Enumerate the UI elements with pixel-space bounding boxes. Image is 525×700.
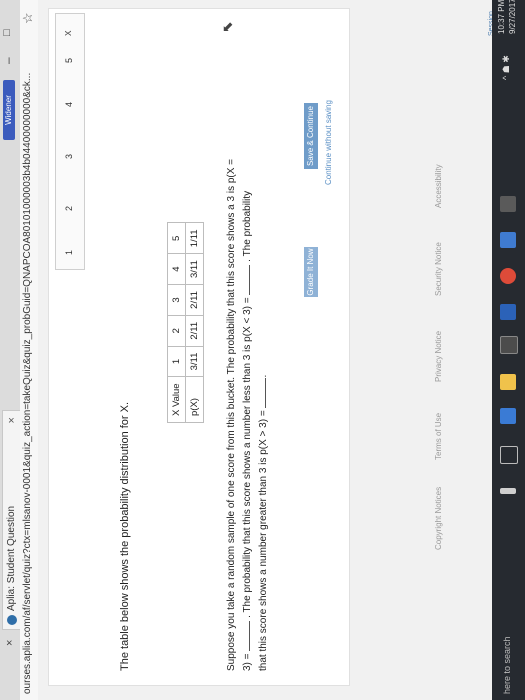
- question-number-4[interactable]: 4: [64, 102, 74, 107]
- question-part-6: .: [258, 374, 269, 378]
- question-part-3: . The probability that this score shows …: [242, 297, 253, 618]
- px-cell: 3/11: [185, 346, 204, 377]
- question-number-2[interactable]: 2: [64, 206, 74, 211]
- tab-aplia[interactable]: Aplia: Student Question ×: [2, 410, 20, 630]
- question-part-4: . The probability: [242, 190, 253, 262]
- page-content: 1 2 3 4 5 x The table below shows the pr…: [38, 0, 502, 700]
- x-value-cell: 5: [167, 222, 186, 254]
- question-navigator: 1 2 3 4 5 x: [55, 13, 85, 270]
- question-part-1: Suppose you take a random sample of one …: [226, 158, 237, 671]
- px-cell: 2/11: [185, 315, 204, 347]
- question-part-5: that this score shows a number greater t…: [258, 410, 269, 671]
- table-row: X Value 1 2 3 4 5: [167, 222, 186, 423]
- clock-time: 10:37 PM: [497, 0, 506, 34]
- accessibility-link[interactable]: Accessibility: [434, 164, 443, 208]
- question-part-2: 3) =: [242, 653, 253, 671]
- px-cell: 2/11: [185, 284, 204, 316]
- windows-taskbar: here to search ^ ☗ ✱ 10:37 PM 9/27/2017: [492, 0, 525, 700]
- terms-link[interactable]: Terms of Use: [434, 413, 443, 460]
- profile-badge[interactable]: Widener: [3, 80, 15, 140]
- clock-date: 9/27/2017: [508, 0, 517, 34]
- taskbar-search-box[interactable]: here to search: [502, 636, 512, 694]
- address-bar[interactable]: ourses.aplia.com/af/servlet/quiz?ctx=mls…: [20, 0, 39, 700]
- security-link[interactable]: Security Notice: [434, 242, 443, 296]
- word-icon[interactable]: [500, 304, 516, 320]
- question-text: Suppose you take a random sample of one …: [225, 21, 271, 671]
- microphone-icon[interactable]: [500, 488, 516, 494]
- answer-p-greater-than-3[interactable]: [255, 377, 266, 408]
- px-header: p(X): [185, 376, 204, 423]
- answer-p-less-than-3[interactable]: [239, 264, 250, 295]
- file-explorer-icon[interactable]: [500, 374, 516, 390]
- mail-icon[interactable]: [500, 232, 516, 248]
- intro-text: The table below shows the probability di…: [119, 401, 131, 671]
- question-number-5[interactable]: 5: [64, 58, 74, 63]
- continue-without-saving-link[interactable]: Continue without saving: [324, 100, 333, 185]
- aplia-favicon-icon: [7, 615, 17, 625]
- answer-p-equals-3[interactable]: [239, 620, 250, 651]
- system-tray[interactable]: ^ ☗ ✱: [501, 55, 512, 80]
- probability-table: X Value 1 2 3 4 5 p(X) 3/11 2/11 2/11 3/…: [167, 222, 204, 423]
- privacy-link[interactable]: Privacy Notice: [434, 331, 443, 382]
- question-number-3[interactable]: 3: [64, 154, 74, 159]
- grade-it-now-button[interactable]: Grade It Now: [304, 247, 318, 297]
- url-text[interactable]: ourses.aplia.com/af/servlet/quiz?ctx=mls…: [22, 73, 33, 694]
- chrome-icon[interactable]: [500, 268, 516, 284]
- x-value-cell: 2: [167, 315, 186, 347]
- table-row: p(X) 3/11 2/11 2/11 3/11 1/11: [185, 222, 204, 423]
- clock[interactable]: 10:37 PM 9/27/2017: [496, 0, 518, 34]
- x-value-cell: 4: [167, 253, 186, 285]
- minimize-icon[interactable]: –: [1, 57, 15, 64]
- mouse-cursor-icon: ⬉: [219, 21, 235, 33]
- save-continue-button[interactable]: Save & Continue: [304, 103, 318, 169]
- tab-bar: × Aplia: Student Question × Widener – □: [0, 0, 20, 700]
- x-value-header: X Value: [167, 376, 186, 423]
- task-view-icon[interactable]: [500, 446, 518, 464]
- question-number-1[interactable]: 1: [64, 250, 74, 255]
- px-cell: 1/11: [185, 222, 204, 254]
- x-value-cell: 3: [167, 284, 186, 316]
- app-icon[interactable]: [500, 196, 516, 212]
- store-icon[interactable]: [500, 336, 518, 354]
- inactive-tab-close[interactable]: ×: [4, 640, 16, 646]
- browser-screen: × Aplia: Student Question × Widener – □ …: [0, 0, 525, 700]
- tab-close-icon[interactable]: ×: [3, 417, 21, 423]
- question-card: 1 2 3 4 5 x The table below shows the pr…: [48, 8, 350, 686]
- edge-icon[interactable]: [500, 408, 516, 424]
- bookmark-star-icon[interactable]: ☆: [20, 12, 36, 24]
- photo-stage: × Aplia: Student Question × Widener – □ …: [0, 0, 525, 700]
- copyright-link[interactable]: Copyright Notices: [434, 487, 443, 550]
- maximize-icon[interactable]: □: [1, 29, 13, 36]
- question-nav-close-icon[interactable]: x: [62, 31, 74, 37]
- footer-links: Copyright Notices Terms of Use Privacy N…: [434, 0, 448, 700]
- x-value-cell: 1: [167, 346, 186, 377]
- tab-title: Aplia: Student Question: [6, 505, 17, 611]
- px-cell: 3/11: [185, 253, 204, 285]
